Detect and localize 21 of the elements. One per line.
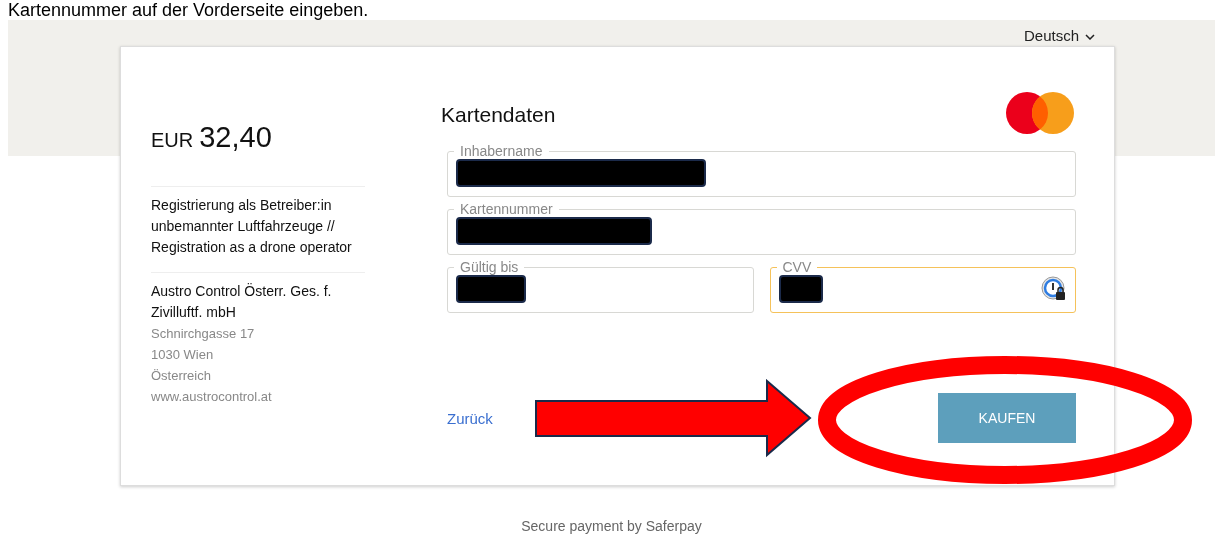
card-brand-logo: [1005, 91, 1075, 135]
description-text: Registrierung als Betreiber:in unbemannter Luftfahrzeuge // Registration as a drone operator: [151, 187, 365, 273]
back-link[interactable]: Zurück: [447, 409, 493, 427]
language-dropdown[interactable]: Deutsch: [1023, 27, 1095, 44]
footer-text: Secure payment by Saferpay: [520, 518, 703, 534]
amount-text: 32,40: [199, 121, 272, 154]
password-manager-icon[interactable]: [1041, 276, 1067, 302]
buy-button[interactable]: KAUFEN: [938, 393, 1076, 443]
input-field[interactable]: Gültig bis: [447, 259, 754, 313]
currency-text: EUR: [151, 129, 194, 152]
input-field[interactable]: Inhabername: [447, 143, 1076, 197]
chevron-down-icon: [1085, 34, 1095, 40]
input-field[interactable]: Kartennummer: [447, 201, 1076, 255]
input-field[interactable]: CVV: [769, 259, 1076, 313]
caption-text: Kartennummer auf der Vorderseite eingeben.: [8, 0, 369, 20]
form-title: Kartendaten: [441, 102, 556, 127]
address-line: 1030 Wien: [151, 346, 215, 364]
merchant-name: Austro Control Österr. Ges. f. Zivilluftf. mbH: [151, 282, 333, 322]
address-line: www.austrocontrol.at: [151, 388, 273, 406]
address-line: Österreich: [151, 367, 212, 385]
address-line: Schnirchgasse 17: [151, 325, 256, 343]
